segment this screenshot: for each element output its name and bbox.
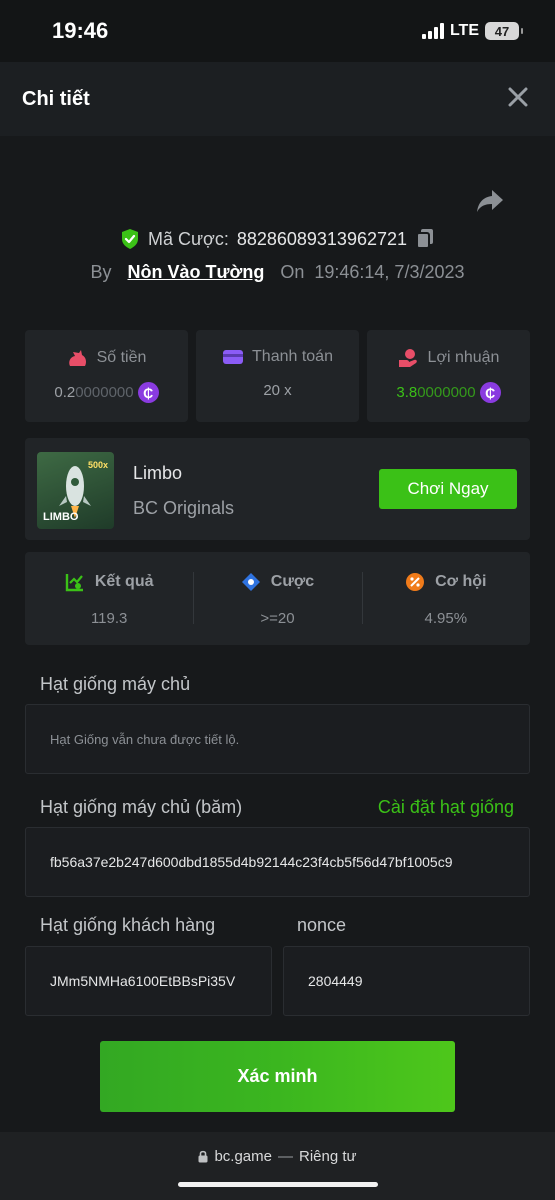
bcd-coin-icon: ₵ — [137, 382, 159, 403]
game-name: Limbo — [133, 463, 183, 483]
signal-icon — [421, 23, 444, 39]
server-seed-hash-label: Hạt giống máy chủ (băm) — [40, 797, 243, 817]
chart-check-icon — [65, 574, 83, 592]
battery-icon: 47 — [485, 22, 523, 40]
status-time: 19:46 — [52, 18, 109, 43]
profit-hand-icon — [398, 349, 417, 367]
chance-value: 4.95% — [424, 610, 468, 627]
nonce-label: nonce — [297, 915, 347, 935]
bet-amount-stats: Số tiền 0.20000000 ₵ Thanh toán 20 x Lợi… — [25, 330, 530, 422]
server-seed-hash-field[interactable]: fb56a37e2b247d600dbd1855d4b92144c23f4cb5… — [25, 827, 530, 897]
result-label: Kết quả — [94, 573, 154, 590]
chance-label: Cơ hội — [435, 573, 487, 590]
bet-value: >=20 — [260, 610, 295, 627]
result-col: Kết quả 119.3 — [25, 552, 193, 645]
percent-icon — [406, 573, 425, 591]
status-indicators: LTE 47 — [421, 22, 523, 40]
result-stats: Kết quả 119.3 Cược >=20 Cơ hội 4.95% — [25, 552, 530, 645]
modal-header: Chi tiết — [0, 62, 555, 136]
thumb-badge: 500x — [87, 460, 108, 470]
browser-url-bar[interactable]: bc.game — Riêng tư — [0, 1132, 555, 1200]
server-seed-field[interactable]: Hạt Giống vẫn chưa được tiết lộ. — [25, 704, 530, 774]
profit-value: 3.8 — [396, 384, 418, 401]
game-thumbnail[interactable]: 500x LIMBO — [37, 452, 114, 529]
modal-title: Chi tiết — [22, 88, 90, 110]
amount-value-trailing: 0000000 — [75, 384, 134, 401]
bet-datetime: 19:46:14, 7/3/2023 — [314, 262, 465, 282]
close-icon[interactable] — [507, 86, 529, 108]
bettor-username-link[interactable]: Nôn Vào Tường — [128, 262, 265, 283]
private-mode-label: Riêng tư — [298, 1148, 357, 1165]
bet-id-value: 88286089313962721 — [236, 228, 408, 249]
profit-value-trailing: 0000000 — [417, 384, 476, 401]
ticket-icon — [241, 573, 260, 591]
bet-id-label: Mã Cược: — [147, 228, 229, 249]
server-seed-label: Hạt giống máy chủ — [40, 674, 191, 694]
shield-check-icon — [121, 229, 138, 249]
game-provider: BC Originals — [133, 498, 235, 518]
bet-byline: By Nôn Vào Tường On 19:46:14, 7/3/2023 — [0, 262, 555, 283]
bet-label: Cược — [270, 573, 315, 590]
client-seed-label: Hạt giống khách hàng — [40, 915, 216, 935]
game-card: 500x LIMBO Limbo BC Originals Chơi Ngay — [25, 438, 530, 540]
share-icon[interactable] — [475, 188, 505, 214]
url-domain: bc.game — [214, 1148, 272, 1165]
thumb-title: LIMBO — [43, 511, 79, 523]
network-type: LTE — [449, 22, 479, 39]
amount-value: 0.2 — [54, 384, 76, 401]
payout-card: Thanh toán 20 x — [196, 330, 359, 422]
payout-label: Thanh toán — [252, 348, 333, 365]
status-bar: 19:46 LTE 47 — [0, 0, 555, 62]
bet-col: Cược >=20 — [193, 552, 361, 645]
wallet-icon — [223, 350, 244, 364]
bet-id-row: Mã Cược: 88286089313962721 — [0, 228, 555, 250]
result-value: 119.3 — [90, 610, 128, 627]
url-separator: — — [277, 1148, 293, 1165]
bet-detail-panel: Mã Cược: 88286089313962721 By Nôn Vào Tư… — [0, 136, 555, 1132]
home-indicator[interactable] — [178, 1182, 378, 1187]
verify-button[interactable]: Xác minh — [100, 1041, 455, 1112]
amount-card: Số tiền 0.20000000 ₵ — [25, 330, 188, 422]
profit-label: Lợi nhuận — [427, 349, 500, 366]
copy-icon[interactable] — [415, 228, 435, 250]
profit-card: Lợi nhuận 3.80000000 ₵ — [367, 330, 530, 422]
play-now-button[interactable]: Chơi Ngay — [379, 469, 517, 509]
money-bag-icon — [68, 350, 86, 366]
chance-col: Cơ hội 4.95% — [361, 552, 530, 645]
bcd-coin-icon: ₵ — [479, 382, 501, 403]
amount-label: Số tiền — [96, 349, 147, 366]
client-seed-field[interactable]: JMm5NMHa6100EtBBsPi35V — [25, 946, 272, 1016]
lock-icon — [198, 1150, 208, 1163]
on-label: On — [280, 262, 305, 282]
nonce-field[interactable]: 2804449 — [283, 946, 530, 1016]
payout-value: 20 x — [263, 382, 292, 399]
by-label: By — [90, 262, 112, 282]
seed-settings-link[interactable]: Cài đặt hạt giống — [378, 797, 514, 818]
